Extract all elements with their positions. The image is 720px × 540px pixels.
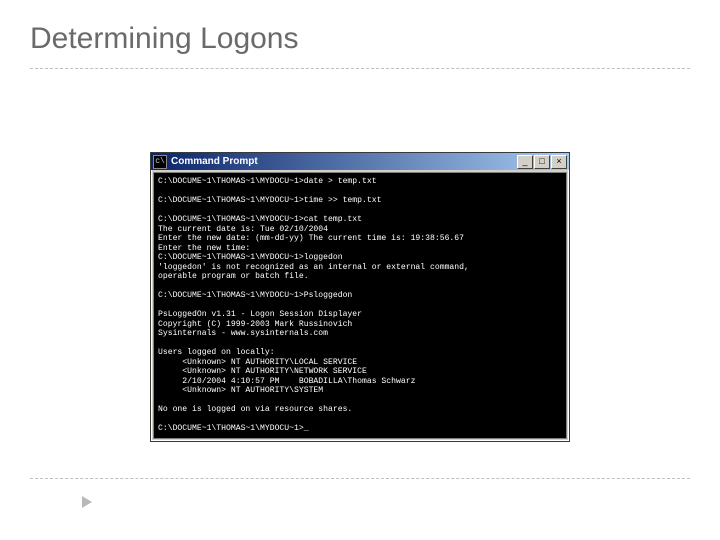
close-button[interactable]: × [551,155,567,169]
minimize-button[interactable]: _ [517,155,533,169]
terminal-icon: c\ [153,155,167,169]
bullet-icon [82,496,92,508]
command-prompt-window: c\ Command Prompt _ □ × C:\DOCUME~1\THOM… [150,152,570,442]
divider-top [30,68,690,69]
terminal-output[interactable]: C:\DOCUME~1\THOMAS~1\MYDOCU~1>date > tem… [153,172,567,439]
maximize-button[interactable]: □ [534,155,550,169]
window-title: Command Prompt [171,156,517,167]
window-titlebar[interactable]: c\ Command Prompt _ □ × [151,153,569,170]
window-buttons: _ □ × [517,155,567,169]
slide-title: Determining Logons [0,0,720,56]
slide: Determining Logons c\ Command Prompt _ □… [0,0,720,540]
divider-bottom [30,478,690,479]
